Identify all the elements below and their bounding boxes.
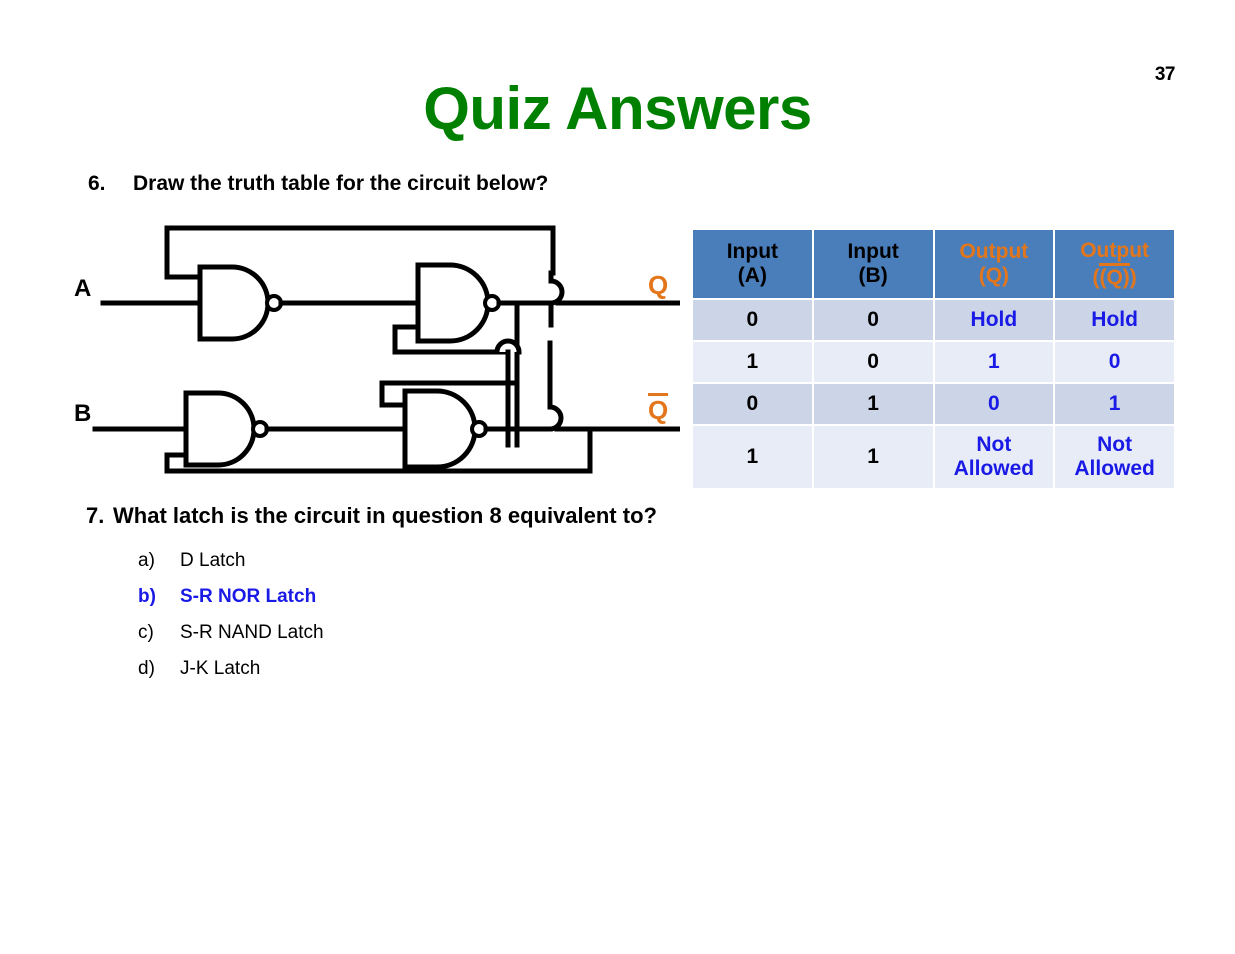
header-output-qbar-line1: Output — [1080, 238, 1150, 262]
nand-gate-3-body — [183, 390, 257, 468]
header-output-q-line1: Output — [959, 240, 1029, 264]
cell-b: 1 — [811, 424, 935, 490]
header-output-q: Output (Q) — [932, 228, 1056, 300]
header-output-qbar: Output ((Q)) — [1053, 228, 1176, 300]
header-input-b-line2: (B) — [858, 264, 888, 287]
header-input-b-line1: Input — [847, 240, 899, 264]
option-c[interactable]: c) S-R NAND Latch — [138, 615, 658, 651]
table-row: 1 1 Not Allowed Not Allowed — [691, 424, 1176, 490]
truth-table: Input (A) Input (B) Output (Q) Output ((… — [691, 228, 1176, 490]
cell-b: 0 — [811, 340, 935, 384]
header-output-qbar-line2: ((Q)) — [1055, 262, 1174, 290]
nand-gate-2-body — [415, 262, 491, 344]
question-7-options: a) D Latch b) S-R NOR Latch c) S-R NAND Lat… — [138, 543, 658, 687]
page-title: Quiz Answers — [423, 75, 812, 142]
question-7: 7. What latch is the circuit in question … — [86, 503, 657, 529]
question-6-text: Draw the truth table for the circuit bel… — [133, 172, 549, 195]
option-a-text: D Latch — [180, 550, 246, 571]
option-d-letter: d) — [138, 658, 155, 679]
header-output-q-line2: (Q) — [978, 264, 1010, 287]
cell-qbar: Not Allowed — [1053, 424, 1176, 490]
question-6-number: 6. — [88, 172, 106, 195]
option-a-letter: a) — [138, 550, 155, 571]
nand-gate-1-body — [197, 264, 271, 342]
wire-hop-q-top — [548, 278, 565, 306]
table-row: 0 0 Hold Hold — [691, 298, 1176, 342]
circuit-label-b: B — [74, 400, 92, 427]
option-c-text: S-R NAND Latch — [180, 622, 324, 643]
option-b-text: S-R NOR Latch — [180, 586, 317, 607]
cell-b: 1 — [811, 382, 935, 426]
cell-qbar: 0 — [1053, 340, 1176, 384]
truth-table-head: Input (A) Input (B) Output (Q) Output ((… — [691, 228, 1176, 300]
header-input-a-line2: (A) — [737, 264, 767, 287]
question-7-text: What latch is the circuit in question 8 … — [113, 503, 657, 528]
cell-a: 1 — [691, 340, 814, 384]
cell-q: 1 — [932, 340, 1056, 384]
circuit-label-a: A — [74, 275, 92, 302]
option-b[interactable]: b) S-R NOR Latch — [138, 579, 658, 615]
table-row: 0 1 0 1 — [691, 382, 1176, 426]
header-input-a-line1: Input — [726, 240, 779, 264]
cell-q: 0 — [932, 382, 1056, 426]
circuit-label-q: Q — [648, 270, 669, 300]
cell-q: Not Allowed — [932, 424, 1056, 490]
option-b-letter: b) — [138, 586, 156, 607]
cell-b: 0 — [811, 298, 935, 342]
option-c-letter: c) — [138, 622, 154, 643]
cell-qbar: Hold — [1053, 298, 1176, 342]
cell-q: Hold — [932, 298, 1056, 342]
cell-a: 1 — [691, 424, 814, 490]
question-6: 6. Draw the truth table for the circuit b… — [88, 172, 548, 196]
circuit-svg — [92, 225, 683, 474]
truth-table-header-row: Input (A) Input (B) Output (Q) Output ((… — [691, 228, 1176, 300]
option-d-text: J-K Latch — [180, 658, 261, 679]
wire-hop-qbar — [547, 404, 564, 432]
circuit-diagram: A B Q Q — [60, 215, 683, 490]
header-input-b: Input (B) — [811, 228, 935, 300]
nand-gate-4-body — [402, 388, 478, 470]
option-a[interactable]: a) D Latch — [138, 543, 658, 579]
option-d[interactable]: d) J-K Latch — [138, 651, 658, 687]
header-input-a: Input (A) — [691, 228, 814, 300]
table-row: 1 0 1 0 — [691, 340, 1176, 384]
truth-table-body: 0 0 Hold Hold 1 0 1 0 0 1 0 1 1 1 Not Al… — [691, 298, 1176, 490]
question-7-number: 7. — [86, 503, 105, 528]
slide-canvas: 37 Quiz Answers 6. Draw the truth table f… — [0, 0, 1235, 954]
cell-a: 0 — [691, 382, 814, 426]
cell-a: 0 — [691, 298, 814, 342]
circuit-label-qbar: Q — [648, 393, 669, 425]
cell-qbar: 1 — [1053, 382, 1176, 426]
